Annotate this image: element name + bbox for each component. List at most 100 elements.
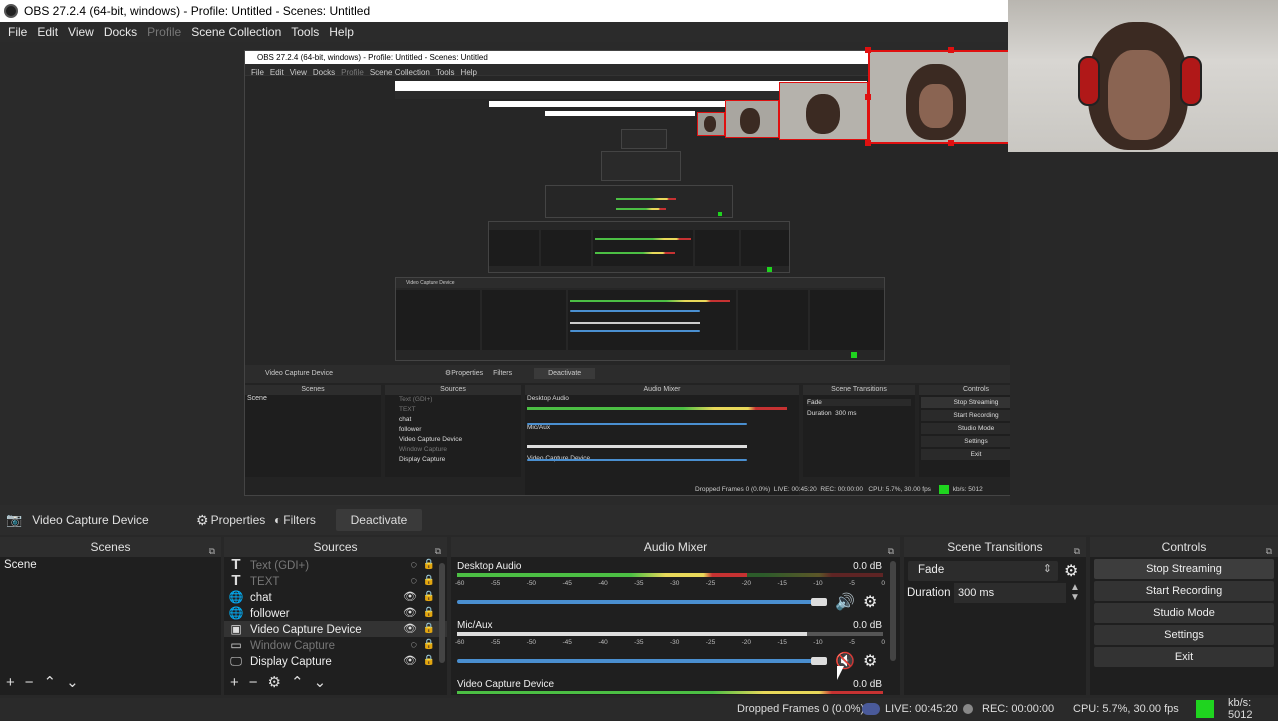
controls-dock: Controls ⧉ Stop Streaming Start Recording… — [1090, 537, 1278, 695]
volume-slider-knob[interactable] — [811, 657, 827, 665]
move-up-icon[interactable]: ⌃ — [291, 673, 304, 691]
studio-mode-button[interactable]: Studio Mode — [1094, 603, 1274, 623]
resize-handle-tl[interactable] — [865, 47, 871, 53]
stop-streaming-button[interactable]: Stop Streaming — [1094, 559, 1274, 579]
channel-name: Desktop Audio — [457, 561, 522, 572]
remove-icon[interactable]: − — [25, 674, 34, 691]
source-item-display-capture[interactable]: 🖵 Display Capture 👁 🔒 — [224, 653, 447, 669]
visibility-on-icon[interactable]: 👁 — [403, 605, 417, 621]
channel-db: 0.0 dB — [853, 561, 882, 572]
gear-icon[interactable]: ⚙ — [268, 673, 281, 691]
sources-scrollbar[interactable] — [439, 563, 445, 663]
undock-icon[interactable]: ⧉ — [888, 541, 894, 561]
lock-icon[interactable]: 🔒 — [423, 573, 435, 589]
scene-transitions-dock: Scene Transitions ⧉ Fade ⇕ ⚙ Duration 300… — [904, 537, 1086, 695]
live-time: LIVE: 00:45:20 — [885, 703, 958, 715]
resize-handle-l[interactable] — [865, 94, 871, 100]
nested-capture-6 — [621, 129, 667, 149]
source-item-text[interactable]: T TEXT ◌ 🔒 — [224, 573, 447, 589]
window-icon: ▭ — [230, 638, 242, 652]
menu-edit[interactable]: Edit — [37, 25, 58, 39]
undock-icon[interactable]: ⧉ — [1074, 541, 1080, 561]
speaker-icon[interactable]: 🔊 — [835, 592, 855, 612]
visibility-off-icon[interactable]: ◌ — [410, 637, 417, 653]
menu-file[interactable]: File — [8, 25, 27, 39]
settings-button[interactable]: Settings — [1094, 625, 1274, 645]
menu-view[interactable]: View — [68, 25, 94, 39]
controls-header: Controls — [1161, 540, 1207, 554]
mixer-scrollbar[interactable] — [890, 561, 896, 661]
audio-mixer-header: Audio Mixer — [643, 540, 708, 554]
lock-icon[interactable]: 🔒 — [423, 621, 435, 637]
headphone-right-icon — [1180, 56, 1202, 106]
cam-tile-3-person — [740, 108, 760, 134]
preview-canvas[interactable]: OBS 27.2.4 (64-bit, windows) - Profile: … — [0, 42, 1010, 505]
cam-tile-1-face — [919, 84, 953, 128]
lock-icon[interactable]: 🔒 — [423, 605, 435, 621]
source-item-text-gdi[interactable]: T Text (GDI+) ◌ 🔒 — [224, 557, 447, 573]
volume-slider[interactable] — [457, 600, 819, 604]
lock-icon[interactable]: 🔒 — [423, 637, 435, 653]
exit-button[interactable]: Exit — [1094, 647, 1274, 667]
source-item-chat[interactable]: 🌐 chat 👁 🔒 — [224, 589, 447, 605]
volume-slider[interactable] — [457, 659, 819, 663]
move-down-icon[interactable]: ⌄ — [314, 673, 327, 691]
visibility-on-icon[interactable]: 👁 — [403, 589, 417, 605]
visibility-on-icon[interactable]: 👁 — [403, 621, 417, 637]
lock-icon[interactable]: 🔒 — [423, 557, 435, 573]
remove-icon[interactable]: − — [249, 674, 258, 691]
scene-item[interactable]: Scene — [0, 557, 221, 573]
visibility-on-icon[interactable]: 👁 — [403, 653, 417, 669]
nested-capture-3 — [488, 221, 790, 273]
deactivate-button[interactable]: Deactivate — [336, 509, 422, 531]
audio-mixer-dock: Audio Mixer ⧉ Desktop Audio 0.0 dB -60 -55… — [451, 537, 900, 695]
channel-db: 0.0 dB — [853, 679, 882, 690]
menu-docks[interactable]: Docks — [104, 25, 137, 39]
nested-capture-5 — [601, 151, 681, 181]
visibility-off-icon[interactable]: ◌ — [410, 557, 417, 573]
gear-icon[interactable]: ⚙ — [863, 592, 877, 612]
meter-ticks: -60 -55 -50 -45 -40 -35 -30 -25 -20 -15 -10 -5 0 — [455, 580, 885, 587]
menu-scene-collection[interactable]: Scene Collection — [191, 25, 281, 39]
resize-handle-bl[interactable] — [865, 140, 871, 146]
source-toolbar: 📷 Video Capture Device ⚙ Properties ◐ Filt… — [0, 505, 1278, 535]
text-icon: T — [231, 572, 241, 589]
duration-field[interactable]: 300 ms — [954, 583, 1066, 603]
volume-meter — [457, 691, 883, 694]
volume-slider-knob[interactable] — [811, 598, 827, 606]
source-item-window-capture[interactable]: ▭ Window Capture ◌ 🔒 — [224, 637, 447, 653]
transition-select[interactable]: Fade ⇕ — [908, 561, 1058, 581]
status-bar: Dropped Frames 0 (0.0%) LIVE: 00:45:20 R… — [0, 697, 1278, 721]
transitions-header: Scene Transitions — [947, 540, 1043, 554]
globe-icon: 🌐 — [228, 590, 244, 604]
start-recording-button[interactable]: Start Recording — [1094, 581, 1274, 601]
channel-db: 0.0 dB — [853, 620, 882, 631]
gear-icon[interactable]: ⚙ — [1064, 561, 1078, 581]
resize-handle-t[interactable] — [948, 47, 954, 53]
webcam-capture[interactable] — [1008, 0, 1278, 152]
menu-tools[interactable]: Tools — [291, 25, 319, 39]
source-item-video-capture[interactable]: ▣ Video Capture Device 👁 🔒 — [224, 621, 447, 637]
resize-handle-b[interactable] — [948, 140, 954, 146]
add-icon[interactable]: + — [6, 674, 15, 691]
source-item-follower[interactable]: 🌐 follower 👁 🔒 — [224, 605, 447, 621]
spinbox-arrows-icon[interactable]: ▲ ▼ — [1070, 583, 1080, 603]
properties-button[interactable]: ⚙ Properties — [196, 509, 265, 531]
menu-profile[interactable]: Profile — [147, 25, 181, 39]
move-down-icon[interactable]: ⌄ — [66, 673, 79, 691]
lock-icon[interactable]: 🔒 — [423, 589, 435, 605]
rec-icon — [963, 704, 973, 714]
filters-button[interactable]: ◐ Filters — [274, 509, 316, 531]
lock-icon[interactable]: 🔒 — [423, 653, 435, 669]
mouse-cursor — [837, 666, 844, 680]
undock-icon[interactable]: ⧉ — [1266, 541, 1272, 561]
visibility-off-icon[interactable]: ◌ — [410, 573, 417, 589]
add-icon[interactable]: + — [230, 674, 239, 691]
menu-help[interactable]: Help — [329, 25, 354, 39]
nested-capture-2: Video Capture Device — [395, 277, 885, 361]
gear-icon[interactable]: ⚙ — [863, 651, 877, 671]
text-icon: T — [231, 556, 241, 573]
live-icon — [862, 703, 880, 715]
move-up-icon[interactable]: ⌃ — [44, 673, 57, 691]
camera-icon: ▣ — [230, 622, 242, 636]
